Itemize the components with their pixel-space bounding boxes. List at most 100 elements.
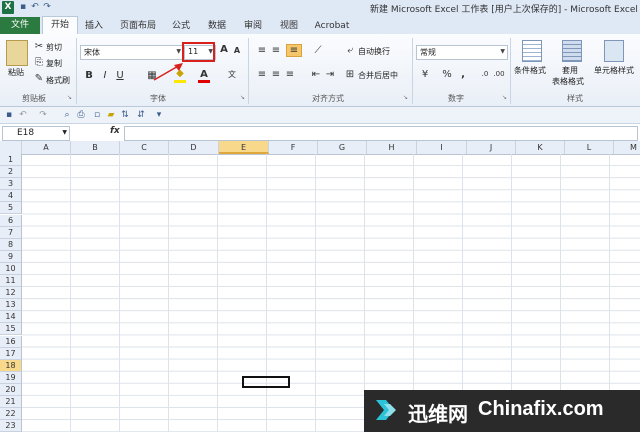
open-folder-icon[interactable]: ▰ bbox=[106, 110, 116, 121]
row-header[interactable]: 10 bbox=[0, 262, 22, 275]
column-header[interactable]: J bbox=[467, 141, 516, 154]
tab-home[interactable]: 开始 bbox=[42, 16, 78, 35]
column-header[interactable]: I bbox=[417, 141, 467, 154]
paste-icon[interactable] bbox=[6, 40, 28, 66]
scissors-icon[interactable]: ✂ bbox=[34, 41, 44, 52]
tab-formulas[interactable]: 公式 bbox=[166, 18, 196, 34]
active-cell-e18[interactable] bbox=[242, 376, 290, 388]
increase-decimal-icon[interactable]: .0 bbox=[478, 70, 492, 78]
undo-icon[interactable]: ↶ bbox=[18, 110, 28, 121]
print-icon[interactable]: ⎙ bbox=[76, 110, 86, 121]
clipboard-launcher-icon[interactable]: ↘ bbox=[67, 94, 74, 101]
sort-ascending-icon[interactable]: ⇅ bbox=[120, 110, 130, 121]
align-right-icon[interactable]: ≡ bbox=[284, 69, 296, 80]
decrease-decimal-icon[interactable]: .00 bbox=[492, 70, 506, 78]
new-file-icon[interactable]: ▫ bbox=[92, 110, 102, 121]
wrap-text-icon[interactable]: ⤶ bbox=[344, 45, 356, 56]
column-header-selected[interactable]: E bbox=[219, 141, 269, 154]
row-header[interactable]: 23 bbox=[0, 420, 22, 432]
insert-function-button[interactable]: fx bbox=[110, 126, 122, 136]
tab-view[interactable]: 视图 bbox=[274, 18, 304, 34]
redo-icon[interactable]: ↷ bbox=[38, 110, 48, 121]
alignment-launcher-icon[interactable]: ↘ bbox=[403, 94, 410, 101]
align-top-icon[interactable]: ≡ bbox=[256, 45, 268, 56]
row-header[interactable]: 14 bbox=[0, 311, 22, 324]
format-table-icon[interactable] bbox=[562, 40, 582, 62]
row-header[interactable]: 15 bbox=[0, 323, 22, 336]
print-preview-icon[interactable]: ⌕ bbox=[62, 110, 72, 121]
wrap-text-button[interactable]: 自动换行 bbox=[358, 46, 390, 57]
cell-styles-icon[interactable] bbox=[604, 40, 624, 62]
conditional-format-icon[interactable] bbox=[522, 40, 542, 62]
column-header[interactable]: B bbox=[71, 141, 120, 154]
underline-button[interactable]: U bbox=[115, 70, 125, 81]
orientation-icon[interactable]: ⟋ bbox=[310, 45, 326, 56]
column-header[interactable]: F bbox=[269, 141, 318, 154]
align-center-icon[interactable]: ≡ bbox=[270, 69, 282, 80]
align-bottom-icon[interactable]: ≡ bbox=[286, 44, 302, 57]
row-header[interactable]: 16 bbox=[0, 335, 22, 348]
customize-toolbar-icon[interactable]: ▾ bbox=[154, 110, 164, 121]
decrease-indent-icon[interactable]: ⇤ bbox=[310, 69, 322, 80]
tab-data[interactable]: 数据 bbox=[202, 18, 232, 34]
sort-descending-icon[interactable]: ⇵ bbox=[136, 110, 146, 121]
italic-button[interactable]: I bbox=[100, 70, 110, 81]
column-header[interactable]: M bbox=[614, 141, 640, 154]
shrink-font-icon[interactable]: A bbox=[232, 46, 242, 55]
column-header[interactable]: C bbox=[120, 141, 169, 154]
copy-button[interactable]: 复制 bbox=[46, 58, 62, 69]
merge-center-button[interactable]: 合并后居中 bbox=[358, 70, 398, 81]
font-color-icon[interactable]: A bbox=[198, 69, 210, 80]
column-header[interactable]: K bbox=[516, 141, 565, 154]
row-header[interactable]: 17 bbox=[0, 347, 22, 360]
row-header[interactable]: 2 bbox=[0, 166, 22, 179]
row-header[interactable]: 21 bbox=[0, 396, 22, 409]
number-launcher-icon[interactable]: ↘ bbox=[502, 94, 509, 101]
row-header[interactable]: 7 bbox=[0, 226, 22, 239]
tab-insert[interactable]: 插入 bbox=[80, 18, 108, 34]
row-header[interactable]: 4 bbox=[0, 190, 22, 203]
column-header[interactable]: L bbox=[565, 141, 614, 154]
increase-indent-icon[interactable]: ⇥ bbox=[324, 69, 336, 80]
cell-styles-button[interactable]: 单元格样式 bbox=[594, 65, 634, 76]
name-box[interactable]: E18 ▼ bbox=[2, 126, 70, 141]
format-painter-button[interactable]: 格式刷 bbox=[46, 75, 70, 86]
tab-acrobat[interactable]: Acrobat bbox=[310, 18, 354, 34]
phonetic-icon[interactable]: 文 bbox=[224, 69, 240, 80]
tab-review[interactable]: 审阅 bbox=[238, 18, 268, 34]
percent-button[interactable]: % bbox=[442, 69, 452, 80]
column-header[interactable]: G bbox=[318, 141, 367, 154]
cut-button[interactable]: 剪切 bbox=[46, 42, 62, 53]
align-middle-icon[interactable]: ≡ bbox=[270, 45, 282, 56]
excel-app-icon[interactable]: X bbox=[2, 1, 14, 14]
column-header[interactable]: H bbox=[367, 141, 417, 154]
row-header[interactable]: 1 bbox=[0, 154, 22, 167]
conditional-format-button[interactable]: 条件格式 bbox=[514, 65, 546, 76]
merge-center-icon[interactable]: ⊞ bbox=[344, 69, 356, 80]
formula-input[interactable] bbox=[124, 126, 638, 141]
undo-icon[interactable]: ↶ bbox=[30, 2, 40, 13]
row-header[interactable]: 20 bbox=[0, 383, 22, 396]
tab-file[interactable]: 文件 bbox=[0, 17, 40, 34]
row-header[interactable]: 11 bbox=[0, 275, 22, 288]
row-header[interactable]: 12 bbox=[0, 287, 22, 300]
select-all-corner[interactable] bbox=[0, 141, 22, 154]
font-name-combo[interactable]: 宋体 ▼ bbox=[80, 45, 184, 60]
format-table-line2[interactable]: 表格格式 bbox=[552, 76, 584, 87]
row-header[interactable]: 8 bbox=[0, 238, 22, 251]
format-table-line1[interactable]: 套用 bbox=[562, 65, 578, 76]
comma-button[interactable]: , bbox=[458, 69, 468, 80]
row-header[interactable]: 22 bbox=[0, 408, 22, 421]
row-header[interactable]: 19 bbox=[0, 371, 22, 384]
row-header[interactable]: 3 bbox=[0, 178, 22, 191]
grow-font-icon[interactable]: A bbox=[218, 44, 230, 55]
save-icon[interactable]: ▪ bbox=[18, 2, 28, 13]
column-header[interactable]: D bbox=[169, 141, 219, 154]
redo-icon[interactable]: ↷ bbox=[42, 2, 52, 13]
font-launcher-icon[interactable]: ↘ bbox=[240, 94, 247, 101]
row-header[interactable]: 6 bbox=[0, 214, 22, 227]
column-header[interactable]: A bbox=[22, 141, 71, 154]
paste-button[interactable]: 粘贴 bbox=[8, 67, 24, 78]
row-header-selected[interactable]: 18 bbox=[0, 359, 22, 372]
accounting-format-icon[interactable]: ¥ bbox=[418, 69, 432, 80]
